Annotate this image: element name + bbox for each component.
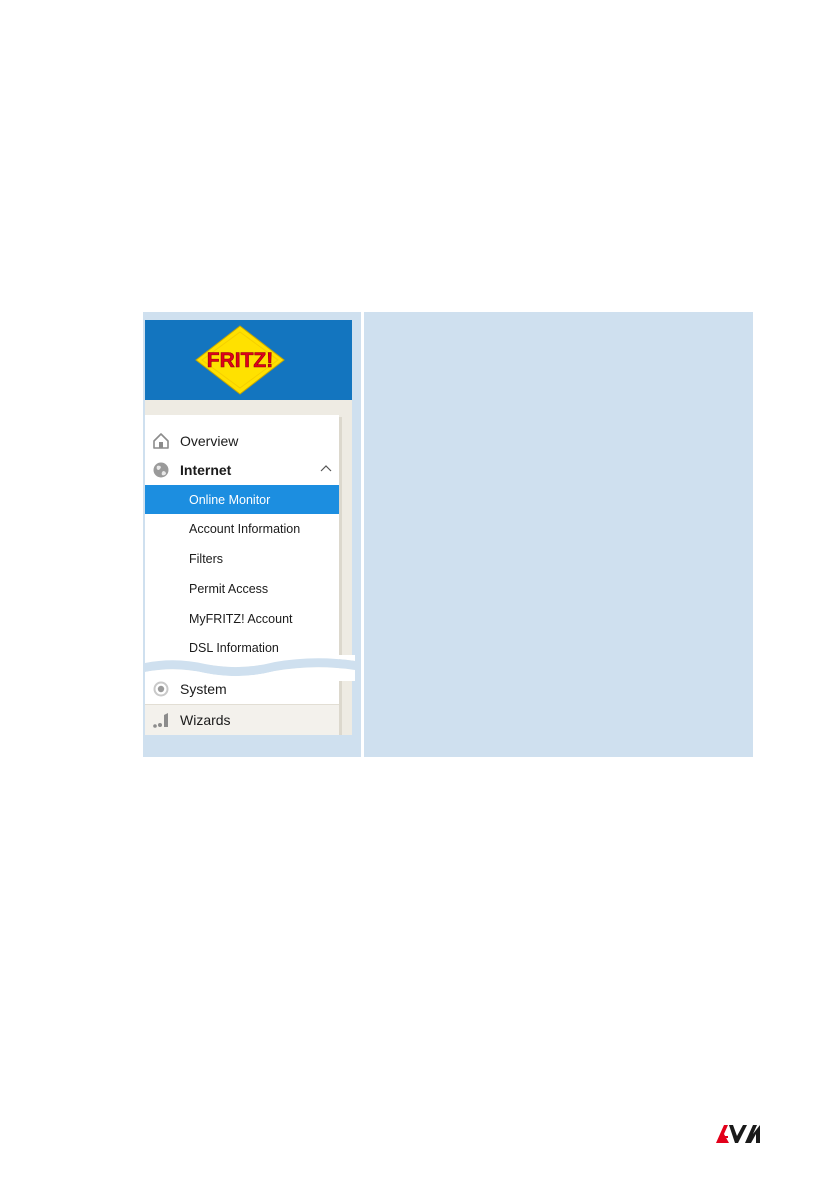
system-icon (152, 680, 170, 698)
nav-menu: Overview Internet Online Monitor Account… (145, 415, 355, 735)
menu-item-internet-label: Internet (180, 462, 232, 478)
wizard-icon (152, 711, 170, 729)
menu-item-internet[interactable]: Internet (145, 456, 339, 484)
fritz-logo-text: FRITZ! (207, 349, 273, 372)
menu-item-system-label: System (180, 681, 227, 697)
menu-item-wizards-label: Wizards (180, 712, 231, 728)
sidebar: FRITZ! Overview Internet Online Monitor … (145, 320, 355, 735)
avm-logo (716, 1125, 760, 1143)
sidebar-header: FRITZ! (145, 320, 352, 400)
submenu-item-label: DSL Information (189, 641, 279, 655)
chevron-up-icon[interactable] (320, 464, 332, 472)
fritz-logo[interactable]: FRITZ! (192, 324, 288, 396)
menu-shadow (339, 417, 342, 735)
submenu-item-permit-access[interactable]: Permit Access (145, 575, 339, 603)
menu-item-wizards[interactable]: Wizards (145, 704, 339, 735)
submenu-item-label: MyFRITZ! Account (189, 612, 293, 626)
submenu-item-label: Online Monitor (189, 492, 271, 507)
submenu-item-filters[interactable]: Filters (145, 545, 339, 573)
menu-item-overview-label: Overview (180, 433, 239, 449)
home-icon (152, 432, 170, 450)
submenu-item-account-information[interactable]: Account Information (145, 515, 339, 543)
submenu-item-label: Account Information (189, 522, 301, 536)
submenu-item-label: Permit Access (189, 582, 269, 596)
submenu-item-online-monitor[interactable]: Online Monitor (145, 485, 339, 514)
globe-icon (152, 461, 170, 479)
submenu-item-label: Filters (189, 552, 224, 566)
menu-item-system[interactable]: System (145, 675, 339, 703)
pane-divider (361, 312, 364, 757)
menu-item-overview[interactable]: Overview (145, 427, 339, 455)
submenu-item-myfritz-account[interactable]: MyFRITZ! Account (145, 605, 339, 633)
screenshot-figure: FRITZ! Overview Internet Online Monitor … (143, 312, 753, 757)
